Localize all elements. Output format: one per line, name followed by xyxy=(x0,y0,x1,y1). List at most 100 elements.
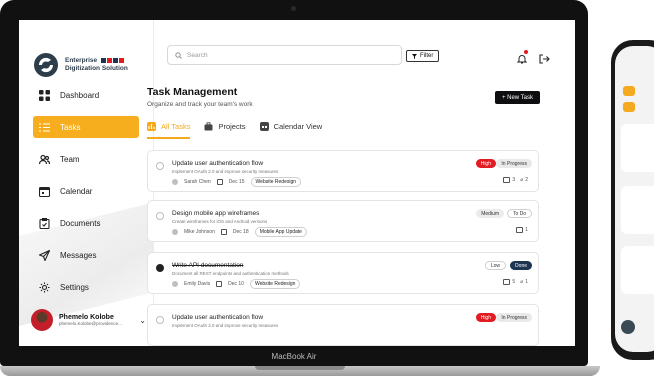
task-card[interactable]: Design mobile app wireframes Create wire… xyxy=(147,200,539,242)
laptop-notch xyxy=(255,366,345,370)
tab-calendar-view[interactable]: Calendar View xyxy=(259,122,323,137)
comment-count-value: 3 xyxy=(512,177,516,183)
page-subtitle: Organize and track your team's work xyxy=(147,101,253,108)
calendar-icon xyxy=(259,122,269,131)
task-title: Update user authentication flow xyxy=(172,314,264,321)
comment-count[interactable]: 1 xyxy=(516,227,528,233)
phone-device xyxy=(611,40,654,360)
task-card[interactable]: Update user authentication flow Implemen… xyxy=(147,304,539,346)
user-email: phemelo.Kolobe@providence... xyxy=(59,321,122,326)
briefcase-icon xyxy=(204,122,213,131)
status-badge[interactable]: In Progress xyxy=(496,313,532,322)
page-title: Task Management xyxy=(147,86,238,98)
assignee-avatar xyxy=(172,179,178,185)
sidebar-item-label: Calendar xyxy=(60,186,93,196)
priority-badge: Medium xyxy=(476,209,504,218)
status-badge[interactable]: To Do xyxy=(506,209,532,218)
task-counts: 3 ⌀ 2 xyxy=(503,177,528,183)
clipboard-icon xyxy=(39,217,50,229)
task-assignee: Emily Davis xyxy=(184,281,211,287)
task-checkbox[interactable] xyxy=(156,264,164,272)
comment-count[interactable]: 3 xyxy=(503,177,515,183)
calendar-icon xyxy=(216,281,223,287)
user-name: Phemelo Kolobe xyxy=(59,314,114,321)
sidebar-item-label: Team xyxy=(60,154,80,164)
task-description: Implement OAuth 2.0 and improve security… xyxy=(172,169,279,174)
attachment-count[interactable]: ⌀ 2 xyxy=(520,177,528,183)
brand-tagline: Digitization Solution xyxy=(65,65,128,72)
task-assignee: Mike Johnson xyxy=(184,229,215,235)
sidebar-item-calendar[interactable]: Calendar xyxy=(33,180,139,202)
filter-label: Filter xyxy=(420,53,434,59)
task-checkbox[interactable] xyxy=(156,212,164,220)
users-icon xyxy=(39,154,50,165)
tab-projects[interactable]: Projects xyxy=(204,122,246,137)
search-input[interactable]: Search xyxy=(167,45,402,65)
search-icon xyxy=(175,51,182,59)
task-date: Dec 10 xyxy=(228,281,244,287)
comment-count-value: 1 xyxy=(525,227,528,233)
task-meta: Mike Johnson Dec 18 Mobile App Update xyxy=(172,227,307,237)
filter-icon xyxy=(412,53,417,59)
tab-label: Calendar View xyxy=(273,122,323,131)
phone-screen xyxy=(615,46,654,352)
comment-count[interactable]: 5 xyxy=(503,279,515,285)
avatar xyxy=(31,309,53,331)
project-tag[interactable]: Website Redesign xyxy=(249,279,301,289)
attachment-count[interactable]: ⌀ 1 xyxy=(520,279,528,285)
stage: MacBook Air Enterprise Digitization Solu… xyxy=(0,0,654,376)
tab-bar: All Tasks Projects Calendar View xyxy=(147,122,542,144)
sidebar-item-team[interactable]: Team xyxy=(33,148,139,170)
sidebar-item-label: Settings xyxy=(60,282,89,292)
task-description: Create wireframes for iOS and Android ve… xyxy=(172,219,268,224)
task-description: Document all REST endpoints and authenti… xyxy=(172,271,289,276)
status-badge[interactable]: In Progress xyxy=(496,159,532,168)
chart-icon xyxy=(147,122,156,131)
sidebar-item-dashboard[interactable]: Dashboard xyxy=(33,84,139,106)
task-title: Design mobile app wireframes xyxy=(172,210,260,217)
attachment-count-value: 2 xyxy=(525,177,528,183)
chevron-down-icon[interactable]: ⌄ xyxy=(139,316,146,325)
tab-label: All Tasks xyxy=(161,122,191,131)
filter-button[interactable]: Filter xyxy=(406,50,440,62)
comment-icon xyxy=(503,177,511,183)
task-date: Dec 18 xyxy=(232,229,249,235)
phone-fab xyxy=(621,320,635,334)
user-profile[interactable]: Phemelo Kolobe phemelo.Kolobe@providence… xyxy=(31,309,146,331)
grid-icon xyxy=(39,89,50,101)
sidebar-item-settings[interactable]: Settings xyxy=(33,276,139,298)
project-tag[interactable]: Mobile App Update xyxy=(254,227,307,237)
priority-badge: Low xyxy=(484,261,506,270)
attachment-count-value: 1 xyxy=(525,279,528,285)
sidebar-item-label: Documents xyxy=(60,218,101,228)
send-icon xyxy=(39,249,50,261)
comment-count-value: 5 xyxy=(512,279,516,285)
logout-button[interactable] xyxy=(539,51,550,64)
brand-logo-icon xyxy=(34,53,58,77)
priority-badge: High xyxy=(475,313,496,322)
sidebar-item-documents[interactable]: Documents xyxy=(33,212,139,234)
task-card[interactable]: Update user authentication flow Implemen… xyxy=(147,150,539,192)
task-checkbox[interactable] xyxy=(156,162,164,170)
sidebar-item-tasks[interactable]: Tasks xyxy=(33,116,139,138)
task-card[interactable]: Write API documentation Document all RES… xyxy=(147,252,539,294)
sidebar-item-label: Dashboard xyxy=(60,90,100,100)
new-task-button[interactable]: + New Task xyxy=(495,91,540,104)
sidebar-nav: Dashboard Tasks Team Calendar Documents … xyxy=(33,84,139,308)
task-description: Implement OAuth 2.0 and improve security… xyxy=(172,323,279,328)
tab-all-tasks[interactable]: All Tasks xyxy=(147,122,191,139)
calendar-icon xyxy=(39,186,50,197)
phone-card xyxy=(621,246,654,294)
phone-badge xyxy=(623,86,635,96)
bell-icon xyxy=(516,55,528,64)
project-tag[interactable]: Website Redesign xyxy=(250,177,302,187)
task-title: Update user authentication flow xyxy=(172,160,264,167)
brand: Enterprise Digitization Solution xyxy=(33,52,128,78)
task-checkbox[interactable] xyxy=(156,316,164,324)
notification-button[interactable] xyxy=(516,50,528,64)
calendar-icon xyxy=(220,229,227,235)
status-badge[interactable]: Done xyxy=(510,261,532,270)
sidebar-item-messages[interactable]: Messages xyxy=(33,244,139,266)
camera xyxy=(291,6,296,11)
device-label: MacBook Air xyxy=(271,352,317,361)
